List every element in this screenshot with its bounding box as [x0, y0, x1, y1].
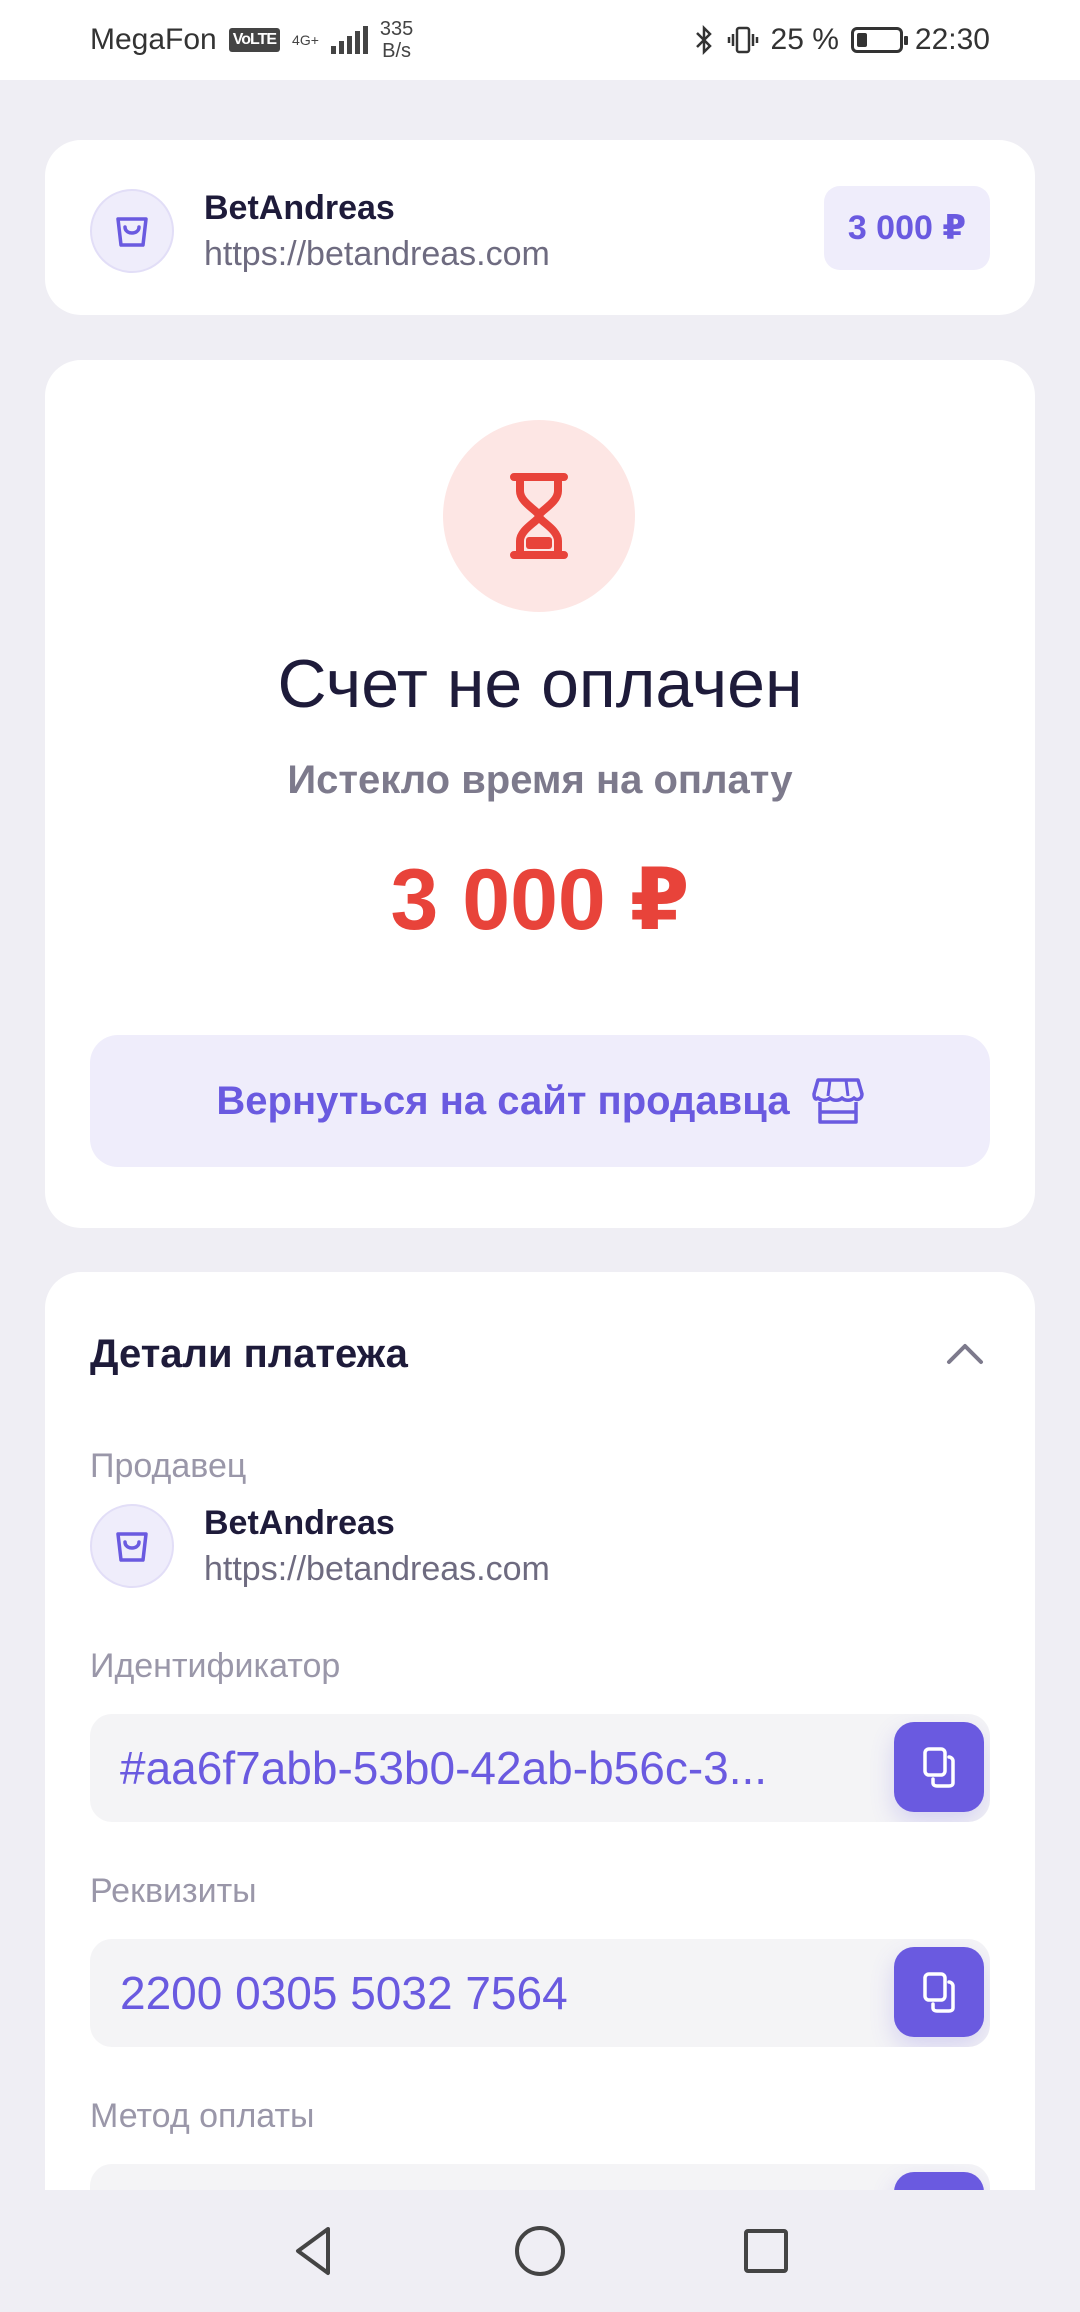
- network-speed-value: 335: [379, 18, 414, 40]
- copy-requisites-button[interactable]: [894, 1947, 984, 2037]
- merchant-name: BetAndreas: [204, 189, 395, 227]
- carrier-label: MegaFon: [90, 23, 217, 56]
- navigation-bar: [0, 2190, 1080, 2312]
- merchant-card: BetAndreas https://betandreas.com 3 000 …: [45, 140, 1035, 315]
- volte-icon: VoLTE: [228, 28, 281, 52]
- requisites-field: 2200 0305 5032 7564: [90, 1939, 990, 2047]
- merchant-text: BetAndreas https://betandreas.com: [204, 185, 550, 277]
- vibrate-icon: [727, 26, 758, 54]
- network-type-icon: 4G+: [292, 33, 319, 47]
- signal-icon: [330, 26, 368, 54]
- copy-icon: [923, 1972, 955, 2013]
- status-bar-right: 25 % 22:30: [693, 23, 990, 57]
- shopping-bag-icon: [90, 1504, 174, 1588]
- recents-icon[interactable]: [738, 2223, 794, 2279]
- network-type-label: 4G+: [292, 32, 319, 48]
- merchant-url: https://betandreas.com: [204, 235, 550, 273]
- merchant-info: BetAndreas https://betandreas.com: [90, 185, 550, 277]
- status-bar: MegaFon VoLTE 4G+ 335 B/s 25 % 22:30: [0, 0, 1080, 80]
- store-icon: [811, 1078, 864, 1124]
- battery-fill: [856, 33, 867, 47]
- battery-percent: 25 %: [770, 23, 839, 56]
- details-title: Детали платежа: [90, 1332, 408, 1376]
- status-subtitle: Истекло время на оплату: [287, 758, 793, 802]
- status-amount: 3 000 ₽: [390, 852, 690, 948]
- battery-icon: [850, 27, 908, 53]
- network-speed-unit: B/s: [382, 40, 412, 62]
- clock: 22:30: [914, 23, 990, 56]
- payment-details-card: Детали платежа Продавец BetAndreas https…: [45, 1272, 1035, 2312]
- requisites-label: Реквизиты: [90, 1872, 257, 1910]
- identifier-value: #aa6f7abb-53b0-42ab-b56c-3...: [120, 1742, 768, 1794]
- identifier-field: #aa6f7abb-53b0-42ab-b56c-3...: [90, 1714, 990, 1822]
- hourglass-icon: [443, 420, 635, 612]
- shopping-bag-icon: [90, 189, 174, 273]
- seller-text: BetAndreas https://betandreas.com: [204, 1500, 550, 1592]
- copy-icon: [923, 1747, 955, 1788]
- network-speed: 335 B/s: [380, 18, 413, 62]
- identifier-label: Идентификатор: [90, 1647, 341, 1685]
- seller-url: https://betandreas.com: [204, 1550, 550, 1588]
- payment-status-card: Счет не оплачен Истекло время на оплату …: [45, 360, 1035, 1228]
- status-title: Счет не оплачен: [277, 646, 803, 722]
- amount-badge: 3 000 ₽: [823, 186, 990, 270]
- seller-info: BetAndreas https://betandreas.com: [90, 1500, 550, 1592]
- payment-method-label: Метод оплаты: [90, 2097, 315, 2135]
- home-icon[interactable]: [512, 2223, 568, 2279]
- copy-identifier-button[interactable]: [894, 1722, 984, 1812]
- back-icon[interactable]: [286, 2223, 342, 2279]
- return-to-merchant-button[interactable]: Вернуться на сайт продавца: [90, 1035, 990, 1167]
- seller-name: BetAndreas: [204, 1504, 395, 1542]
- bluetooth-icon: [695, 24, 712, 56]
- chevron-up-icon[interactable]: [945, 1340, 985, 1368]
- return-button-label: Вернуться на сайт продавца: [216, 1078, 790, 1123]
- seller-label: Продавец: [90, 1447, 247, 1485]
- requisites-value: 2200 0305 5032 7564: [120, 1967, 568, 2019]
- status-bar-left: MegaFon VoLTE 4G+ 335 B/s: [90, 18, 413, 62]
